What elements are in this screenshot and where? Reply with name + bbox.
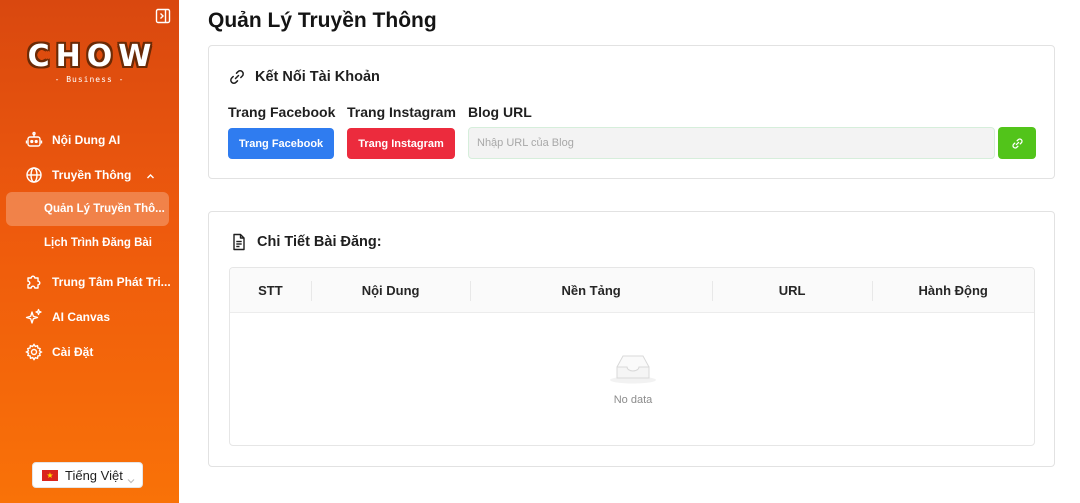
blog-url-input[interactable] [468,127,995,159]
instagram-label: Trang Instagram [347,104,456,120]
connect-accounts-card: Kết Nối Tài Khoản Trang Facebook Trang I… [208,45,1055,179]
sidebar-collapse-icon[interactable] [155,8,171,24]
link-icon [1011,137,1024,150]
globe-icon [25,166,43,184]
sidebar-item-ai-canvas[interactable]: AI Canvas [0,299,179,334]
column-header-hanh-dong[interactable]: Hành Động [872,268,1034,313]
puzzle-icon [25,273,43,291]
empty-state-text: No data [613,394,653,406]
sidebar-item-noi-dung-ai[interactable]: Nội Dung AI [0,122,179,157]
facebook-page-button[interactable]: Trang Facebook [228,128,334,159]
column-header-noi-dung[interactable]: Nội Dung [310,268,471,313]
card-title-text: Chi Tiết Bài Đăng: [257,234,382,250]
robot-icon [25,131,43,149]
sidebar-item-label: AI Canvas [52,309,111,324]
sidebar-item-trung-tam-phat-trien[interactable]: Trung Tâm Phát Tri... [0,264,179,299]
sidebar-subitem-lich-trinh-dang-bai[interactable]: Lịch Trình Đăng Bài [6,226,169,260]
sidebar-item-cai-dat[interactable]: Cài Đặt [0,334,179,369]
page-title: Quản Lý Truyền Thông [208,9,437,32]
sidebar: CHOW - Business - Nội Dung AI Truyền Thô… [0,0,179,503]
column-header-nen-tang[interactable]: Nền Tảng [470,268,711,313]
sidebar-item-label: Nội Dung AI [52,132,121,147]
connect-blog-button[interactable] [998,127,1036,159]
main-content: Quản Lý Truyền Thông Kết Nối Tài Khoản T… [179,0,1080,503]
post-details-card: Chi Tiết Bài Đăng: STT Nội Dung Nền Tảng… [208,211,1055,467]
language-label: Tiếng Việt [65,467,123,483]
facebook-label: Trang Facebook [228,104,336,120]
card-title-text: Kết Nối Tài Khoản [255,69,380,85]
column-header-url[interactable]: URL [711,268,873,313]
link-icon [228,68,246,86]
chevron-up-icon [146,170,155,179]
logo-subtext: - Business - [54,75,125,84]
document-icon [230,233,248,251]
sparkle-icon [25,308,43,326]
connect-accounts-title: Kết Nối Tài Khoản [228,68,380,86]
language-selector[interactable]: ★ Tiếng Việt [32,462,143,488]
sidebar-item-label: Trung Tâm Phát Tri... [52,274,171,289]
empty-state: No data [230,313,1034,445]
brand-logo[interactable]: CHOW - Business - [0,39,179,85]
posts-table: STT Nội Dung Nền Tảng URL Hành Động No d… [229,267,1035,446]
sidebar-nav: Nội Dung AI Truyền Thông Quản Lý Truyền … [0,122,179,369]
vietnam-flag-icon: ★ [42,469,58,481]
sidebar-subitem-quan-ly-truyen-thong[interactable]: Quản Lý Truyền Thô... [6,192,169,226]
table-header: STT Nội Dung Nền Tảng URL Hành Động [230,268,1034,313]
sidebar-item-label: Cài Đặt [52,344,94,359]
chevron-down-icon [127,472,135,484]
empty-inbox-icon [607,351,659,385]
column-header-stt[interactable]: STT [230,268,311,313]
logo-text: CHOW [27,39,158,74]
sidebar-item-truyen-thong[interactable]: Truyền Thông [0,157,179,192]
blog-url-label: Blog URL [468,104,532,120]
instagram-page-button[interactable]: Trang Instagram [347,128,455,159]
sidebar-item-label: Truyền Thông [52,167,132,182]
gear-icon [25,342,43,361]
post-details-title: Chi Tiết Bài Đăng: [230,233,382,251]
